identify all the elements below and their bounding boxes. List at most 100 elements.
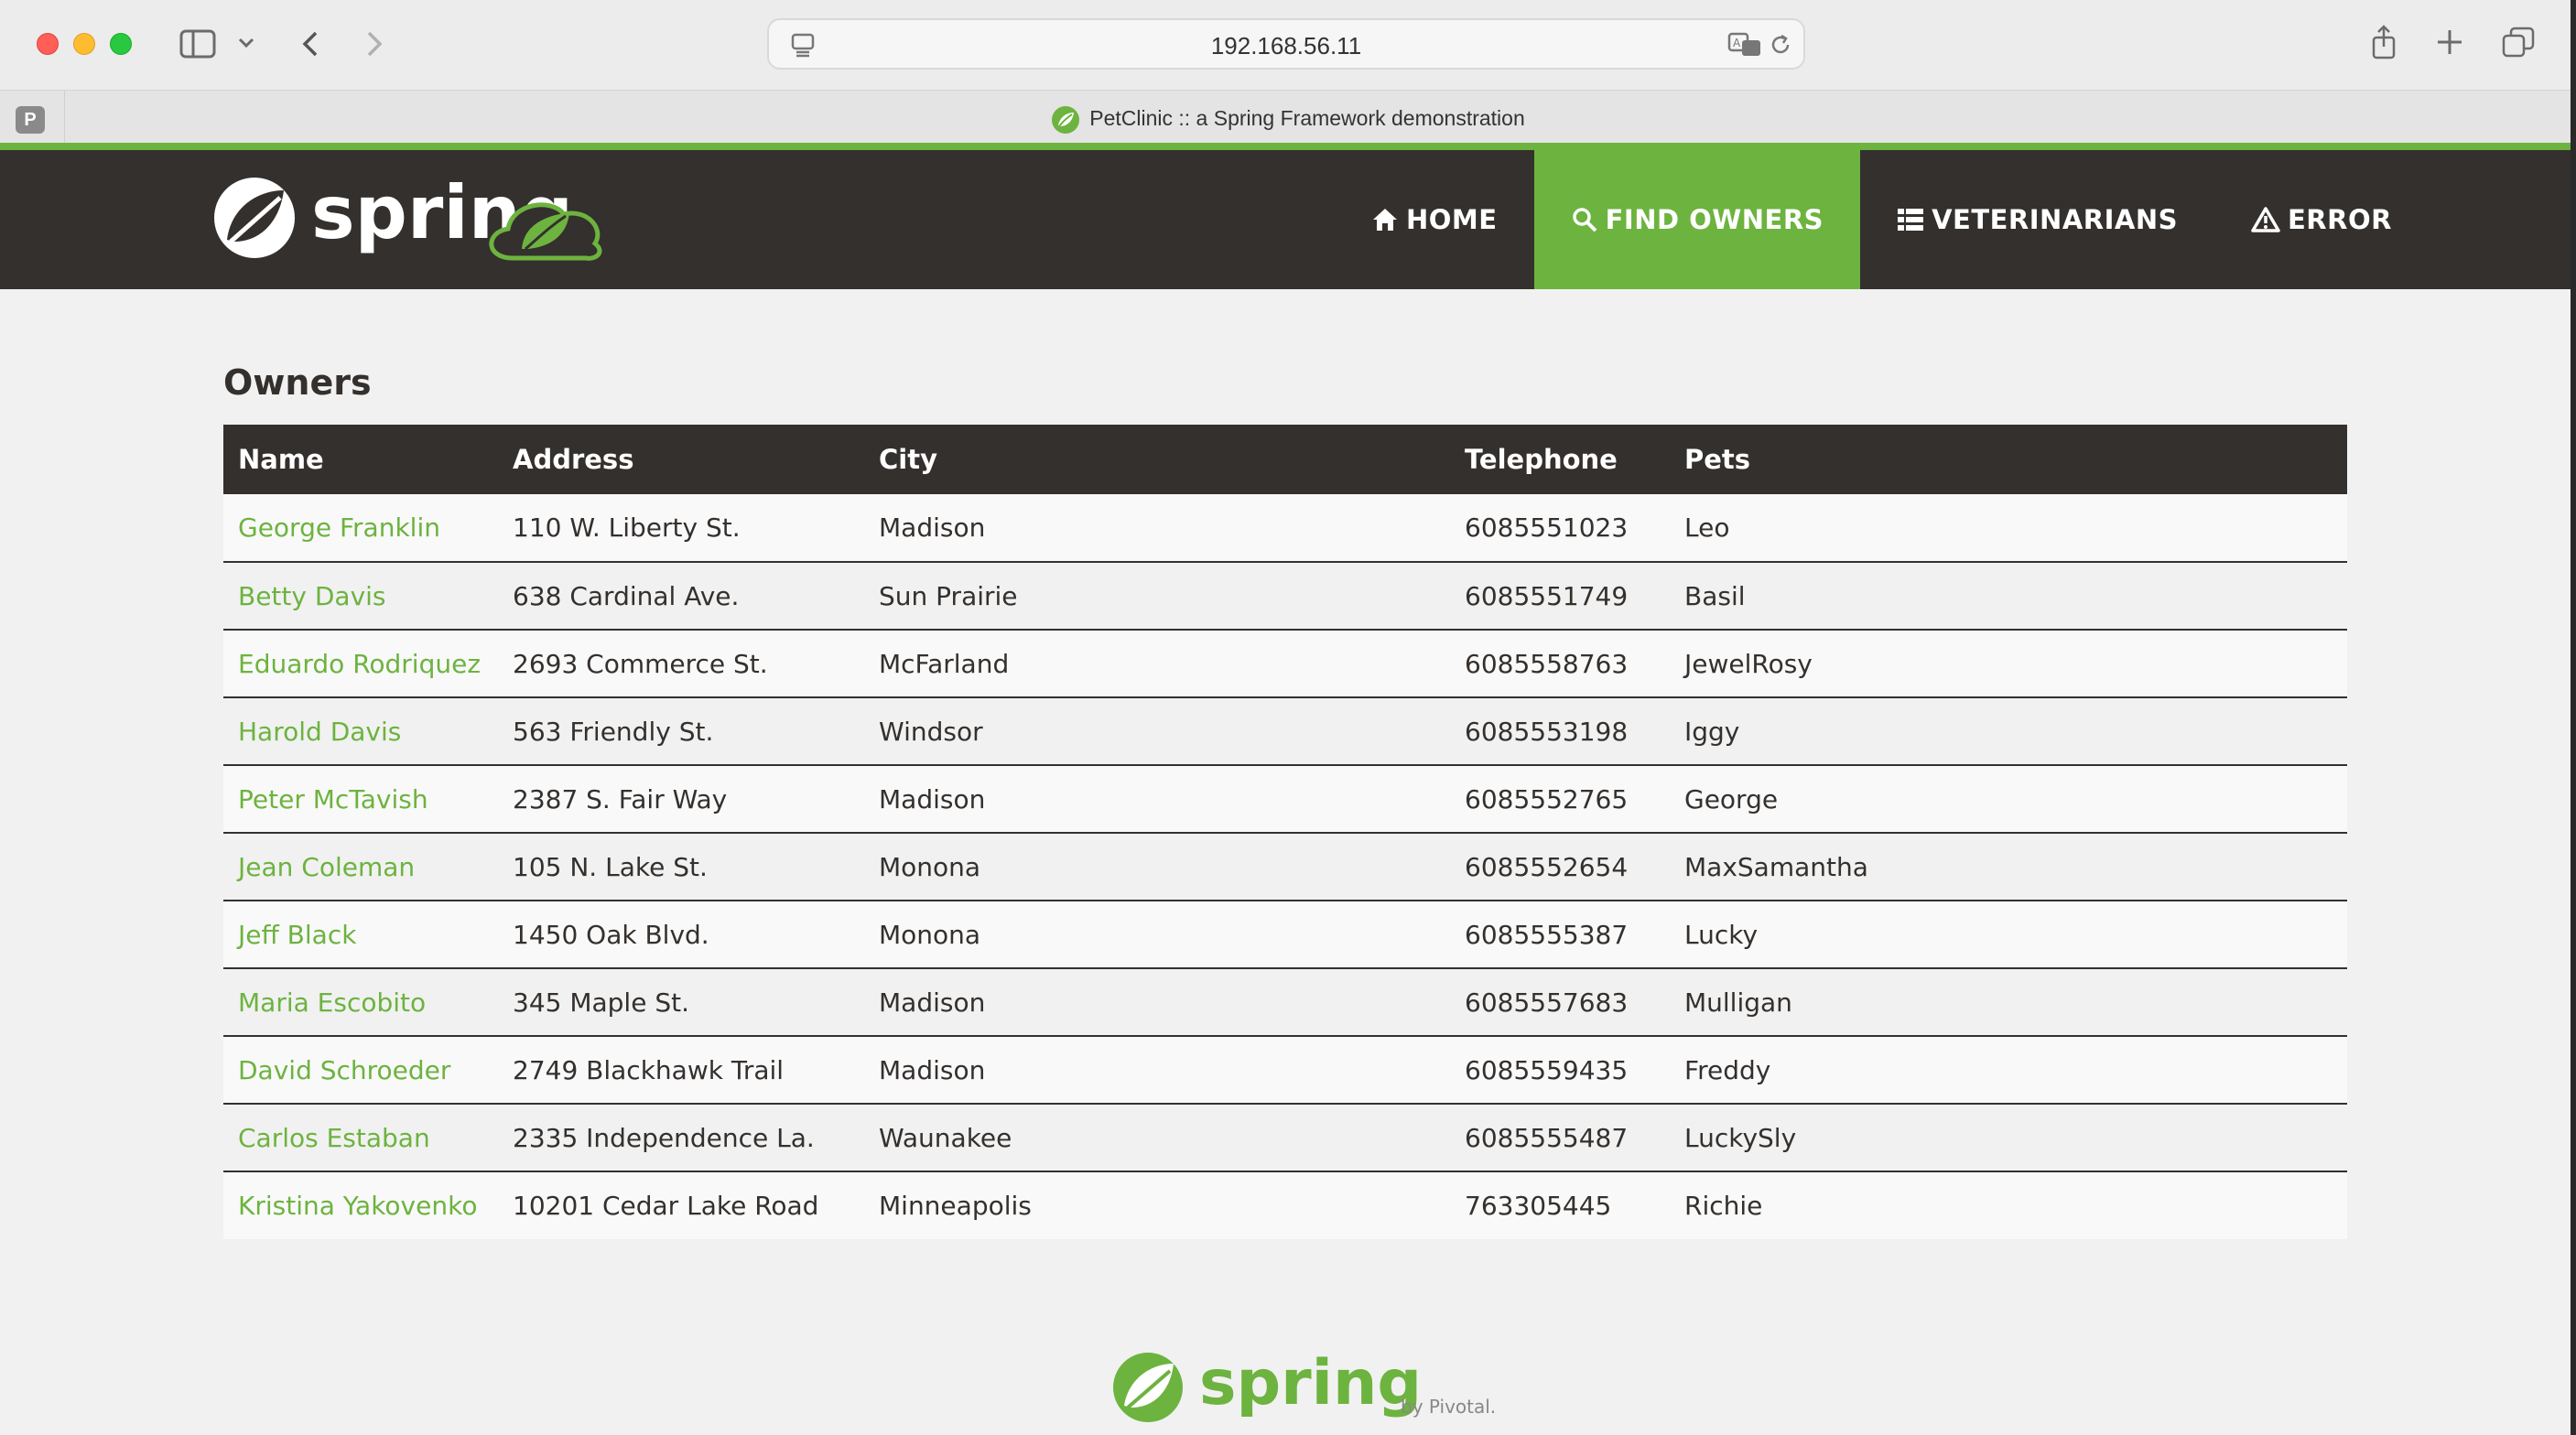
- table-cell-name: George Franklin: [223, 494, 498, 562]
- owner-pets: Lucky: [1670, 900, 2347, 968]
- spring-favicon-icon: [1051, 105, 1080, 135]
- nav-home-label: HOME: [1406, 204, 1498, 235]
- table-cell-name: David Schroeder: [223, 1035, 498, 1104]
- warning-icon: [2251, 207, 2280, 232]
- nav-find-owners[interactable]: FIND OWNERS: [1533, 150, 1861, 289]
- svg-text:A: A: [1733, 37, 1741, 49]
- owner-name-link[interactable]: Maria Escobito: [238, 987, 426, 1018]
- table-row: Peter McTavish 2387 S. Fair Way Madison 608…: [223, 764, 2347, 833]
- table-cell-name: Carlos Estaban: [223, 1103, 498, 1171]
- owner-address: 105 N. Lake St.: [498, 832, 864, 901]
- owner-name-link[interactable]: Jean Coleman: [238, 852, 415, 882]
- table-cell-name: Jean Coleman: [223, 832, 498, 901]
- owner-pets: MaxSamantha: [1670, 832, 2347, 901]
- tab-overview-icon[interactable]: [2499, 24, 2538, 60]
- nav-veterinarians-label: VETERINARIANS: [1932, 204, 2178, 235]
- owner-name-link[interactable]: Eduardo Rodriquez: [238, 649, 481, 679]
- table-cell-name: Eduardo Rodriquez: [223, 629, 498, 697]
- table-row: Jeff Black 1450 Oak Blvd. Monona 6085555387…: [223, 900, 2347, 968]
- table-row: David Schroeder 2749 Blackhawk Trail Madis…: [223, 1035, 2347, 1104]
- owners-table: Name Address City Telephone Pets George …: [223, 425, 2347, 1239]
- new-tab-icon[interactable]: [2431, 24, 2468, 60]
- owner-name-link[interactable]: Jeff Black: [238, 920, 356, 950]
- owner-name-link[interactable]: Harold Davis: [238, 717, 401, 747]
- footer-by-pivotal: by Pivotal.: [1401, 1396, 1496, 1418]
- owner-pets: George: [1670, 764, 2347, 833]
- owner-address: 110 W. Liberty St.: [498, 494, 864, 562]
- owner-pets: Richie: [1670, 1171, 2347, 1239]
- owner-city: Madison: [864, 764, 1450, 833]
- address-bar[interactable]: 192.168.56.11 A: [767, 18, 1805, 70]
- owner-name-link[interactable]: Kristina Yakovenko: [238, 1191, 477, 1221]
- owner-city: Windsor: [864, 696, 1450, 765]
- sidebar-toggle-icon[interactable]: [178, 26, 218, 62]
- owner-telephone: 6085551749: [1450, 561, 1670, 630]
- share-icon[interactable]: [2365, 22, 2402, 62]
- chevron-down-icon[interactable]: [234, 31, 258, 55]
- search-icon: [1572, 208, 1597, 232]
- nav-veterinarians[interactable]: VETERINARIANS: [1860, 150, 2214, 289]
- owner-pets: Leo: [1670, 494, 2347, 562]
- owner-telephone: 6085552654: [1450, 832, 1670, 901]
- owner-pets: Mulligan: [1670, 967, 2347, 1036]
- table-cell-name: Jeff Black: [223, 900, 498, 968]
- footer-wordmark: spring: [1199, 1347, 1422, 1419]
- owner-pets: Basil: [1670, 561, 2347, 630]
- owner-name-link[interactable]: David Schroeder: [238, 1055, 450, 1085]
- owners-table-body: George Franklin 110 W. Liberty St. Madison…: [223, 494, 2347, 1239]
- owner-city: Minneapolis: [864, 1171, 1450, 1239]
- header-accent-line: [0, 143, 2576, 150]
- owner-address: 638 Cardinal Ave.: [498, 561, 864, 630]
- translate-icon[interactable]: A: [1726, 31, 1763, 59]
- column-header-name: Name: [223, 425, 498, 494]
- back-button[interactable]: [295, 26, 326, 62]
- owner-address: 345 Maple St.: [498, 967, 864, 1036]
- owner-address: 1450 Oak Blvd.: [498, 900, 864, 968]
- nav-find-owners-label: FIND OWNERS: [1605, 204, 1824, 235]
- table-row: George Franklin 110 W. Liberty St. Madison…: [223, 494, 2347, 562]
- owner-address: 2387 S. Fair Way: [498, 764, 864, 833]
- owner-city: Sun Prairie: [864, 561, 1450, 630]
- navbar: spring HOME FIND OWNERS VETERINARIANS ER…: [0, 150, 2576, 289]
- minimize-window-button[interactable]: [73, 33, 95, 55]
- tab-bar: P PetClinic :: a Spring Framework demons…: [0, 90, 2576, 147]
- owner-address: 2749 Blackhawk Trail: [498, 1035, 864, 1104]
- owner-telephone: 763305445: [1450, 1171, 1670, 1239]
- forward-button[interactable]: [359, 26, 390, 62]
- owner-pets: JewelRosy: [1670, 629, 2347, 697]
- table-row: Carlos Estaban 2335 Independence La. Wauna…: [223, 1103, 2347, 1171]
- active-tab[interactable]: PetClinic :: a Spring Framework demonstr…: [0, 105, 2576, 135]
- home-icon: [1373, 209, 1397, 231]
- owner-address: 563 Friendly St.: [498, 696, 864, 765]
- close-window-button[interactable]: [37, 33, 59, 55]
- owner-city: McFarland: [864, 629, 1450, 697]
- column-header-address: Address: [498, 425, 864, 494]
- owner-telephone: 6085552765: [1450, 764, 1670, 833]
- owner-city: Madison: [864, 967, 1450, 1036]
- column-header-telephone: Telephone: [1450, 425, 1670, 494]
- table-cell-name: Peter McTavish: [223, 764, 498, 833]
- table-row: Jean Coleman 105 N. Lake St. Monona 6085552…: [223, 832, 2347, 901]
- spring-logo[interactable]: spring: [211, 168, 632, 269]
- owner-name-link[interactable]: George Franklin: [238, 512, 440, 543]
- owner-name-link[interactable]: Betty Davis: [238, 581, 386, 611]
- table-cell-name: Harold Davis: [223, 696, 498, 765]
- table-header-row: Name Address City Telephone Pets: [223, 425, 2347, 494]
- nav-home[interactable]: HOME: [1335, 150, 1534, 289]
- reload-icon[interactable]: [1765, 31, 1796, 59]
- table-cell-name: Betty Davis: [223, 561, 498, 630]
- nav-error[interactable]: ERROR: [2214, 150, 2429, 289]
- main-nav: HOME FIND OWNERS VETERINARIANS ERROR: [1335, 150, 2429, 289]
- owner-pets: LuckySly: [1670, 1103, 2347, 1171]
- owner-address: 2693 Commerce St.: [498, 629, 864, 697]
- owner-telephone: 6085558763: [1450, 629, 1670, 697]
- table-row: Betty Davis 638 Cardinal Ave. Sun Prairie 6…: [223, 561, 2347, 630]
- owner-telephone: 6085557683: [1450, 967, 1670, 1036]
- owner-name-link[interactable]: Peter McTavish: [238, 784, 428, 815]
- owner-address: 10201 Cedar Lake Road: [498, 1171, 864, 1239]
- browser-titlebar: 192.168.56.11 A: [0, 0, 2576, 90]
- zoom-window-button[interactable]: [110, 33, 132, 55]
- owner-telephone: 6085555487: [1450, 1103, 1670, 1171]
- table-row: Kristina Yakovenko 10201 Cedar Lake Road M…: [223, 1171, 2347, 1239]
- owner-name-link[interactable]: Carlos Estaban: [238, 1123, 430, 1153]
